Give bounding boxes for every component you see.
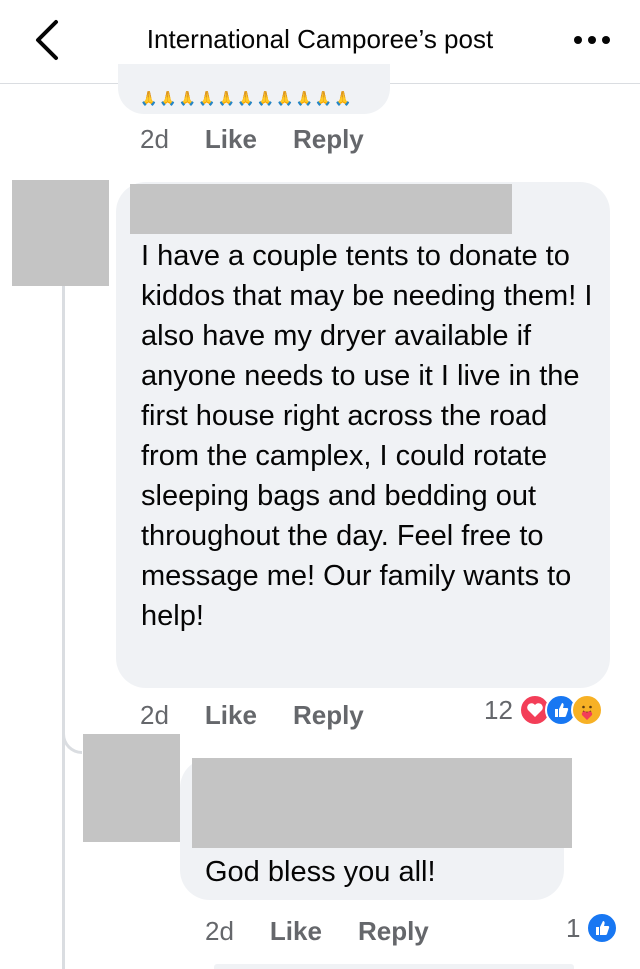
- reaction-count: 12: [484, 694, 513, 725]
- reply-button[interactable]: Reply: [293, 124, 364, 155]
- previous-comment-actions: 2d Like Reply: [140, 124, 400, 155]
- reply-button[interactable]: Reply: [293, 700, 364, 731]
- more-horizontal-icon[interactable]: [570, 30, 614, 50]
- reply-comment-text: God bless you all!: [205, 856, 436, 888]
- avatar[interactable]: [83, 734, 180, 842]
- main-comment-reactions[interactable]: 12: [484, 694, 603, 726]
- like-button[interactable]: Like: [205, 124, 257, 155]
- reaction-count: 1: [566, 912, 581, 943]
- thread-line: [62, 286, 65, 969]
- previous-comment-emoji-row: 🙏🙏🙏🙏🙏🙏🙏🙏🙏🙏🙏: [140, 90, 354, 106]
- next-comment-edge: [214, 964, 574, 969]
- reply-connector: [62, 690, 82, 754]
- like-button[interactable]: Like: [205, 700, 257, 731]
- author-name-redacted[interactable]: [192, 758, 572, 848]
- care-icon: [570, 694, 603, 726]
- comment-timestamp: 2d: [140, 124, 169, 154]
- author-name-redacted[interactable]: [130, 184, 512, 234]
- main-comment-text: I have a couple tents to donate to kiddo…: [141, 240, 593, 632]
- like-icon: [586, 912, 619, 944]
- reply-button[interactable]: Reply: [358, 916, 429, 947]
- comment-timestamp: 2d: [205, 916, 234, 946]
- avatar[interactable]: [12, 180, 109, 286]
- comment-timestamp: 2d: [140, 700, 169, 730]
- reply-comment-reactions[interactable]: 1: [566, 912, 619, 944]
- main-comment-actions: 2d Like Reply: [140, 700, 400, 731]
- page-title: International Camporee’s post: [146, 24, 494, 54]
- like-button[interactable]: Like: [270, 916, 322, 947]
- reply-comment-actions: 2d Like Reply: [205, 916, 465, 947]
